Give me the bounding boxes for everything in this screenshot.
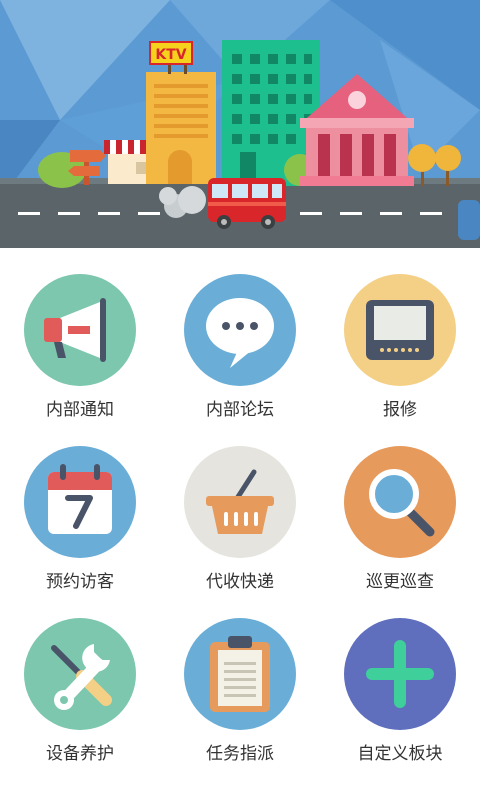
plus-icon (344, 618, 456, 730)
menu-item-visitor-booking[interactable]: 预约访客 (0, 420, 160, 592)
menu-item-internal-forum[interactable]: 内部论坛 (160, 248, 320, 420)
menu-item-patrol[interactable]: 巡更巡查 (320, 420, 480, 592)
city-banner: KTV (0, 0, 480, 248)
menu-item-custom-section[interactable]: 自定义板块 (320, 592, 480, 764)
menu-item-equipment-maintenance[interactable]: 设备养护 (0, 592, 160, 764)
megaphone-icon (24, 274, 136, 386)
menu-item-label: 任务指派 (206, 744, 274, 764)
menu-item-internal-notice[interactable]: 内部通知 (0, 248, 160, 420)
basket-icon (184, 446, 296, 558)
menu-grid: 内部通知 内部论坛 报修 预约访客 代收快递 巡更巡查 设备养护 任务指派 自定… (0, 248, 480, 800)
menu-item-label: 设备养护 (46, 744, 114, 764)
menu-item-repair[interactable]: 报修 (320, 248, 480, 420)
menu-item-parcel-collection[interactable]: 代收快递 (160, 420, 320, 592)
menu-item-label: 代收快递 (206, 572, 274, 592)
menu-item-label: 内部通知 (46, 400, 114, 420)
ktv-sign: KTV (155, 47, 186, 63)
menu-item-task-assignment[interactable]: 任务指派 (160, 592, 320, 764)
menu-item-label: 预约访客 (46, 572, 114, 592)
menu-item-label: 自定义板块 (357, 744, 443, 764)
tv-icon (344, 274, 456, 386)
clipboard-icon (184, 618, 296, 730)
tools-icon (24, 618, 136, 730)
chat-bubble-icon (184, 274, 296, 386)
menu-item-label: 巡更巡查 (366, 572, 434, 592)
menu-item-label: 内部论坛 (206, 400, 274, 420)
magnifier-icon (344, 446, 456, 558)
calendar-icon (24, 446, 136, 558)
menu-item-label: 报修 (383, 400, 417, 420)
